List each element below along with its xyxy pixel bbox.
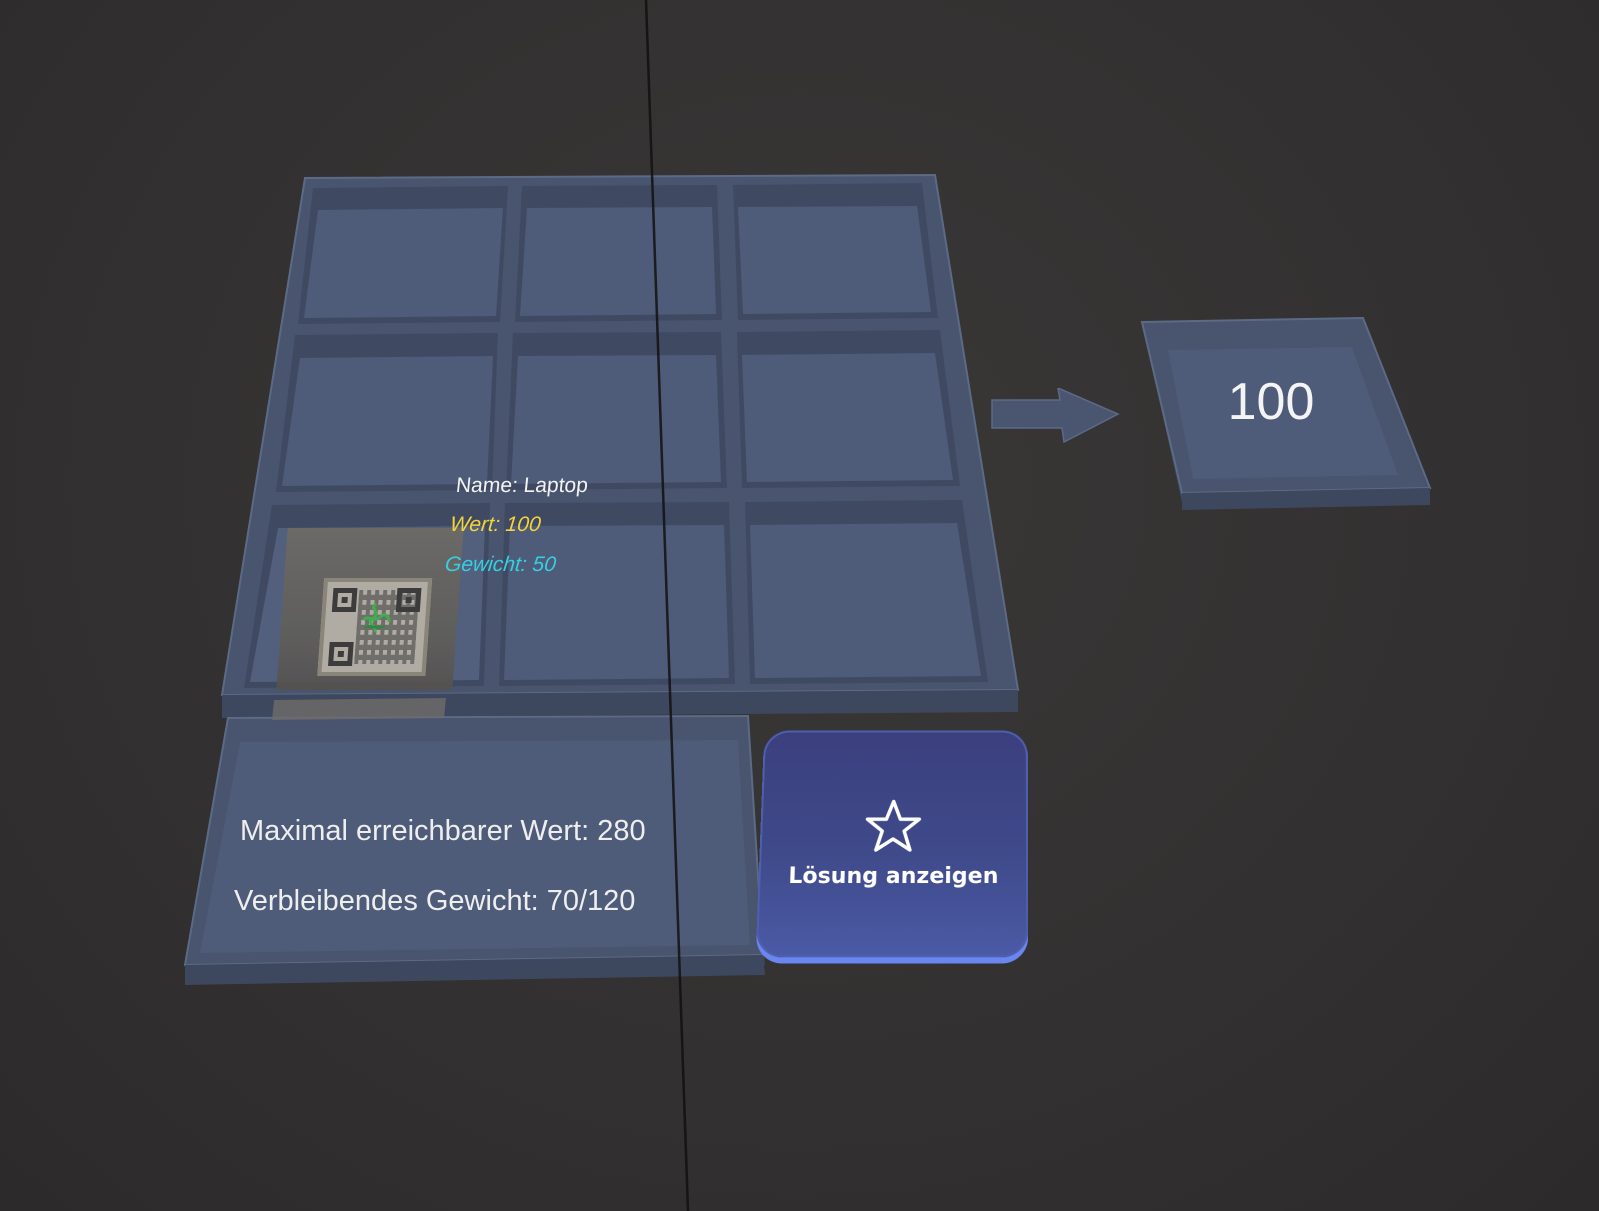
razer-snake-icon [362,602,391,633]
item-name-label: Name: Laptop [454,474,590,497]
qr-code [317,578,433,676]
star-icon [864,799,923,854]
show-solution-label: Lösung anzeigen [787,863,999,890]
qr-finder-top-left [331,588,358,612]
max-value-text: Maximal erreichbarer Wert: 280 [240,815,646,847]
arrow-right-icon [991,388,1120,444]
qr-finder-bottom-left [328,642,354,666]
result-value: 100 [1227,373,1315,431]
scene-seam-line [644,0,690,1211]
laptop-item[interactable] [276,528,464,690]
remaining-weight-text: Verbleibendes Gewicht: 70/120 [234,885,636,917]
item-weight-label: Gewicht: 50 [443,553,558,576]
show-solution-button[interactable]: Lösung anzeigen [755,730,1029,958]
item-value-label: Wert: 100 [448,513,542,536]
